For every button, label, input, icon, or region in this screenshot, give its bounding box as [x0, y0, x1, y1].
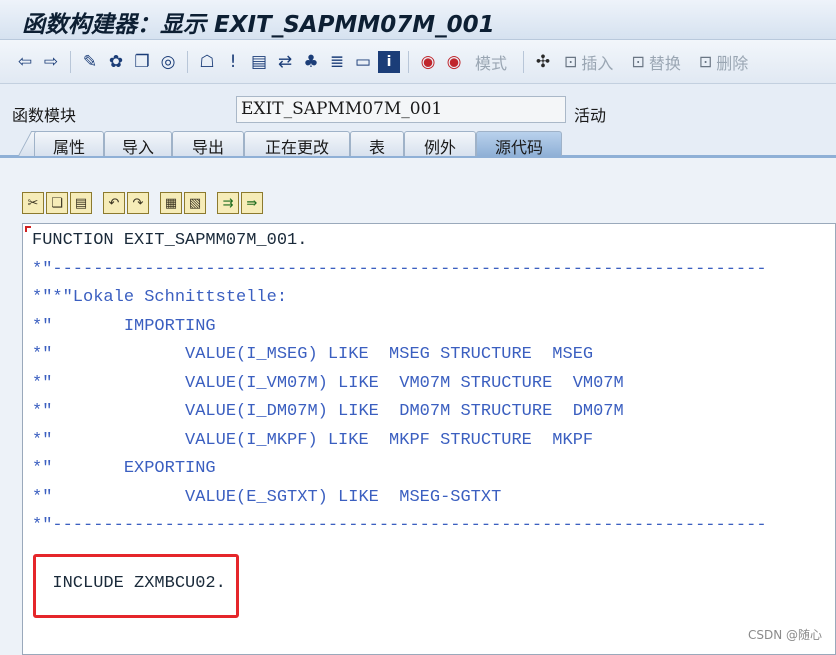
toolbar-divider — [70, 50, 71, 73]
editor-tool-group: ✂ ❏ ▤ — [22, 192, 92, 214]
find-next-icon[interactable]: ⇛ — [241, 192, 263, 214]
tab-changing[interactable]: 正在更改 — [244, 131, 350, 157]
where-used-icon[interactable]: ◎ — [157, 51, 179, 73]
replace-button[interactable]: ⊡ 替换 — [631, 50, 680, 74]
module-label: 函数模块 — [12, 106, 77, 125]
display-icon[interactable]: ▭ — [352, 51, 374, 73]
watermark: CSDN @随心 — [747, 628, 822, 642]
module-header: 函数模块 EXIT_SAPMM07M_001 活动 — [0, 84, 836, 130]
settings-icon[interactable]: ◉ — [443, 51, 465, 73]
highlight-annotation-box — [33, 554, 239, 618]
info-icon[interactable]: i — [378, 50, 400, 73]
code-line: *" EXPORTING — [32, 459, 216, 478]
toolbar-divider — [408, 50, 409, 73]
navigate-icon[interactable]: ⇄ — [274, 51, 296, 73]
pattern-icon[interactable]: ▤ — [248, 51, 270, 73]
paste-icon[interactable]: ▤ — [70, 192, 92, 214]
main-content: ✂ ❏ ▤ ↶ ↷ ▦ ▧ ⇉ ⇛ FUNCTION EXIT_SAPMM07M… — [0, 158, 836, 655]
find-icon[interactable]: ⇉ — [217, 192, 239, 214]
download-icon[interactable]: ▧ — [184, 192, 206, 214]
editor-toolbar: ✂ ❏ ▤ ↶ ↷ ▦ ▧ ⇉ ⇛ — [22, 192, 271, 214]
code-line: *"--------------------------------------… — [32, 516, 767, 535]
insert-label: 插入 — [581, 53, 614, 73]
cursor-corner-marker — [25, 226, 31, 232]
module-status: 活动 — [574, 106, 607, 125]
source-code-editor[interactable]: FUNCTION EXIT_SAPMM07M_001. *"----------… — [22, 223, 836, 655]
copy-icon[interactable]: ❏ — [46, 192, 68, 214]
check-icon[interactable]: ✎ — [79, 51, 101, 73]
application-toolbar: ⇦ ⇨ ✎ ✿ ❐ ◎ ☖ ! ▤ ⇄ ♣ ≣ ▭ i ◉ ◉ 模式 ✣ ⊡ 插… — [0, 40, 836, 84]
test-icon[interactable]: ❐ — [131, 51, 153, 73]
code-line: *" VALUE(I_MKPF) LIKE MKPF STRUCTURE MKP… — [32, 431, 594, 450]
tab-attributes[interactable]: 属性 — [34, 131, 104, 157]
object-list-icon[interactable]: ☖ — [196, 51, 218, 73]
tab-export[interactable]: 导出 — [172, 131, 244, 157]
code-line: *" VALUE(E_SGTXT) LIKE MSEG-SGTXT — [32, 488, 502, 507]
tab-strip: 属性 导入 导出 正在更改 表 例外 源代码 — [0, 130, 836, 158]
hierarchy-icon[interactable]: ♣ — [300, 51, 322, 73]
mode-label: 模式 — [475, 53, 508, 73]
back-arrow-icon[interactable]: ⇦ — [14, 51, 36, 73]
code-line: *"--------------------------------------… — [32, 260, 767, 279]
breakpoint-icon[interactable]: ! — [222, 51, 244, 73]
help-icon[interactable]: ◉ — [417, 51, 439, 73]
tab-tables[interactable]: 表 — [350, 131, 404, 157]
code-line: *"*"Lokale Schnittstelle: — [32, 288, 288, 307]
insert-button[interactable]: ⊡ 插入 — [564, 50, 613, 74]
module-name-field[interactable]: EXIT_SAPMM07M_001 — [236, 96, 566, 123]
code-line: FUNCTION EXIT_SAPMM07M_001. — [32, 231, 308, 250]
tool-icon[interactable]: ✣ — [532, 51, 554, 73]
code-line: *" VALUE(I_DM07M) LIKE DM07M STRUCTURE D… — [32, 402, 624, 421]
delete-button[interactable]: ⊡ 删除 — [699, 50, 748, 74]
tab-source-code[interactable]: 源代码 — [476, 131, 562, 157]
tab-import[interactable]: 导入 — [104, 131, 172, 157]
undo-icon[interactable]: ↶ — [103, 192, 125, 214]
delete-icon: ⊡ — [698, 52, 713, 71]
mode-button[interactable]: 模式 — [475, 50, 507, 74]
replace-icon: ⊡ — [631, 52, 645, 71]
code-line: *" VALUE(I_MSEG) LIKE MSEG STRUCTURE MSE… — [32, 345, 594, 364]
editor-tool-group: ⇉ ⇛ — [217, 192, 263, 214]
replace-label: 替换 — [648, 53, 681, 73]
cut-icon[interactable]: ✂ — [22, 192, 44, 214]
tab-exceptions[interactable]: 例外 — [404, 131, 476, 157]
toolbar-divider — [187, 50, 188, 73]
editor-tool-group: ↶ ↷ — [103, 192, 149, 214]
upload-icon[interactable]: ▦ — [160, 192, 182, 214]
stack-icon[interactable]: ≣ — [326, 51, 348, 73]
window-title: 函数构建器：显示 EXIT_SAPMM07M_001 — [0, 0, 836, 40]
forward-arrow-icon[interactable]: ⇨ — [40, 51, 62, 73]
insert-icon: ⊡ — [564, 52, 578, 71]
delete-label: 删除 — [716, 53, 749, 73]
code-line: *" IMPORTING — [32, 317, 216, 336]
editor-tool-group: ▦ ▧ — [160, 192, 206, 214]
redo-icon[interactable]: ↷ — [127, 192, 149, 214]
toolbar-divider — [523, 50, 525, 73]
code-line: *" VALUE(I_VM07M) LIKE VM07M STRUCTURE V… — [32, 374, 624, 393]
activate-icon[interactable]: ✿ — [105, 51, 127, 73]
